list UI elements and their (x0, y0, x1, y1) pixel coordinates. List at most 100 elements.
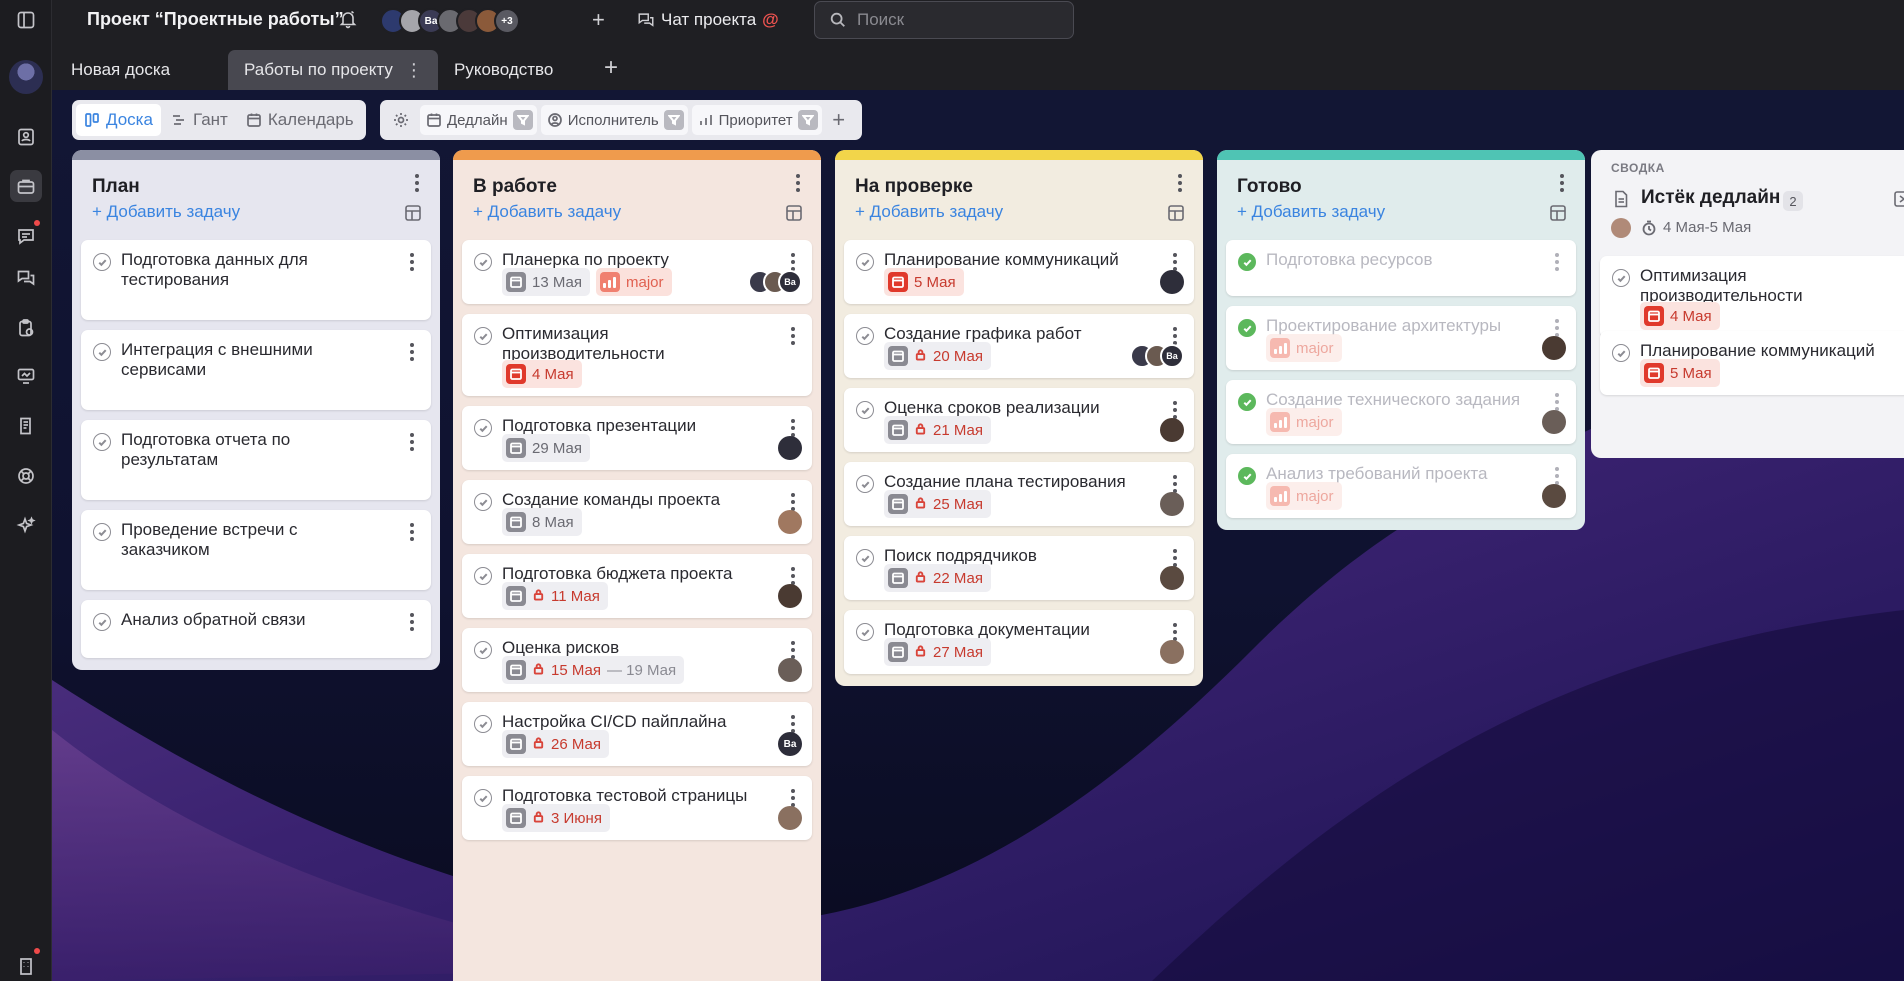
assignee-avatar[interactable] (778, 658, 802, 682)
deadline-chip[interactable]: 21 Мая (884, 416, 991, 444)
card-menu-icon[interactable] (1552, 252, 1562, 272)
task-card[interactable]: Анализ обратной связи (81, 600, 431, 658)
chats-icon[interactable] (10, 262, 42, 294)
assignee-avatar[interactable] (1160, 640, 1184, 664)
task-card[interactable]: Оптимизация производительности 4 Мая (462, 314, 812, 396)
card-menu-icon[interactable] (788, 714, 798, 734)
priority-chip[interactable]: major (595, 268, 672, 296)
expand-icon[interactable] (1893, 190, 1904, 208)
assignee-avatar[interactable] (1542, 410, 1566, 434)
clipboard-time-icon[interactable] (10, 312, 42, 344)
check-circle-icon[interactable] (1238, 467, 1256, 485)
summary-title[interactable]: Истёк дедлайн (1641, 187, 1780, 209)
column-menu-icon[interactable] (1557, 172, 1567, 194)
check-circle-icon[interactable] (474, 789, 492, 807)
card-menu-icon[interactable] (1552, 318, 1562, 338)
deadline-chip[interactable]: 27 Мая (884, 638, 991, 666)
filter-deadline[interactable]: Дедлайн (420, 105, 537, 135)
priority-chip[interactable]: major (1266, 334, 1342, 362)
add-task-button[interactable]: + Добавить задачу (1237, 202, 1385, 222)
project-chat-link[interactable]: Чат проекта @ (637, 10, 779, 30)
tab-menu-icon[interactable]: ⋮ (405, 60, 423, 81)
card-menu-icon[interactable] (1552, 466, 1562, 486)
check-circle-icon[interactable] (474, 567, 492, 585)
funnel-icon[interactable] (797, 110, 818, 130)
card-template-icon[interactable] (1167, 204, 1185, 222)
deadline-chip[interactable]: 13 Мая (502, 268, 590, 296)
assignee-avatar[interactable]: Ва (778, 732, 802, 756)
deadline-chip[interactable]: 20 Мая (884, 342, 991, 370)
card-menu-icon[interactable] (788, 252, 798, 272)
task-card[interactable]: Настройка CI/CD пайплайна 26 Мая Ва (462, 702, 812, 766)
deadline-chip[interactable]: 15 Мая — 19 Мая (502, 656, 685, 684)
card-menu-icon[interactable] (1552, 392, 1562, 412)
search-box[interactable] (814, 1, 1074, 39)
support-icon[interactable] (10, 460, 42, 492)
deadline-chip[interactable]: 5 Мая (1640, 359, 1720, 387)
project-members[interactable]: Ва +3 (380, 8, 520, 34)
task-card[interactable]: Поиск подрядчиков 22 Мая (844, 536, 1194, 600)
task-card[interactable]: Создание плана тестирования 25 Мая (844, 462, 1194, 526)
column-menu-icon[interactable] (793, 172, 803, 194)
task-card[interactable]: Интеграция с внешними сервисами (81, 330, 431, 410)
tab-project-works[interactable]: Работы по проекту ⋮ (228, 50, 438, 90)
deadline-chip[interactable]: 3 Июня (502, 804, 610, 832)
card-template-icon[interactable] (1549, 204, 1567, 222)
deadline-chip[interactable]: 26 Мая (502, 730, 609, 758)
project-title[interactable]: Проект “Проектные работы” (87, 9, 344, 30)
assignee-avatar[interactable] (778, 584, 802, 608)
assignee-avatar[interactable] (1160, 418, 1184, 442)
building-icon[interactable] (10, 950, 42, 981)
priority-chip[interactable]: major (1266, 408, 1342, 436)
task-card[interactable]: Создание команды проекта 8 Мая (462, 480, 812, 544)
task-card[interactable]: Создание графика работ 20 Мая Ва (844, 314, 1194, 378)
deadline-chip[interactable]: 4 Мая (502, 360, 582, 388)
docs-icon[interactable] (10, 410, 42, 442)
task-card[interactable]: Создание технического задания major (1226, 380, 1576, 444)
task-card[interactable]: Оптимизация производительности 4 Мая (1600, 256, 1904, 338)
add-task-button[interactable]: + Добавить задачу (855, 202, 1003, 222)
card-menu-icon[interactable] (1170, 252, 1180, 272)
assignee-avatar[interactable] (778, 806, 802, 830)
assignee-avatar[interactable] (1542, 484, 1566, 508)
check-circle-icon[interactable] (93, 523, 111, 541)
check-circle-icon[interactable] (93, 253, 111, 271)
task-card[interactable]: Подготовка презентации проекта29 Мая (462, 406, 812, 470)
filter-assignee[interactable]: Исполнитель (540, 105, 688, 135)
deadline-chip[interactable]: 4 Мая (1640, 302, 1720, 330)
check-circle-icon[interactable] (93, 343, 111, 361)
assignee-avatar[interactable] (1160, 270, 1184, 294)
task-card[interactable]: Подготовка данных для тестирования (81, 240, 431, 320)
task-card[interactable]: Анализ требований проекта major (1226, 454, 1576, 518)
card-template-icon[interactable] (404, 204, 422, 222)
deadline-chip[interactable]: 5 Мая (884, 268, 964, 296)
ai-sparkle-icon[interactable] (10, 510, 42, 542)
task-card[interactable]: Подготовка бюджета проекта 11 Мая (462, 554, 812, 618)
task-card[interactable]: Планерка по проекту 13 Мая major Ва (462, 240, 812, 304)
check-circle-icon[interactable] (856, 623, 874, 641)
tab-new-board[interactable]: Новая доска (55, 50, 186, 90)
add-member-button[interactable]: + (592, 7, 605, 33)
card-template-icon[interactable] (785, 204, 803, 222)
check-circle-icon[interactable] (474, 641, 492, 659)
card-menu-icon[interactable] (1170, 400, 1180, 420)
task-card[interactable]: Проведение встречи с заказчиком (81, 510, 431, 590)
card-menu-icon[interactable] (407, 612, 417, 632)
search-input[interactable] (857, 10, 1057, 30)
check-circle-icon[interactable] (856, 327, 874, 345)
assignee-avatar[interactable] (778, 510, 802, 534)
deadline-chip[interactable]: 22 Мая (884, 564, 991, 592)
assignee-avatar[interactable] (1160, 492, 1184, 516)
funnel-icon[interactable] (512, 110, 533, 130)
assignee-avatar[interactable] (1542, 336, 1566, 360)
card-menu-icon[interactable] (788, 492, 798, 512)
check-circle-icon[interactable] (93, 613, 111, 631)
card-menu-icon[interactable] (788, 566, 798, 586)
check-circle-icon[interactable] (1612, 344, 1630, 362)
card-menu-icon[interactable] (1170, 326, 1180, 346)
contacts-icon[interactable] (10, 121, 42, 153)
task-card[interactable]: Проектирование архитектуры major (1226, 306, 1576, 370)
check-circle-icon[interactable] (474, 253, 492, 271)
task-card[interactable]: Планирование коммуникаций 5 Мая (844, 240, 1194, 304)
assignee-avatar[interactable] (778, 436, 802, 460)
